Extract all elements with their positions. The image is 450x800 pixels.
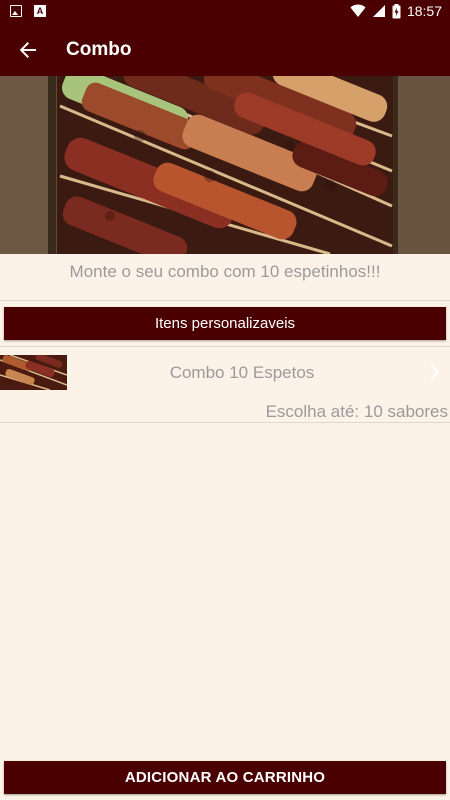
back-button[interactable]: [0, 24, 56, 76]
battery-icon: [392, 3, 401, 18]
custom-items-button[interactable]: Itens personalizaveis: [4, 307, 446, 340]
signal-icon: [372, 5, 385, 17]
product-choose-text: Escolha até: 10 sabores: [265, 402, 448, 421]
combo-subtitle: Monte o seu combo com 10 espetinhos!!!: [69, 262, 381, 281]
product-thumbnail: [0, 355, 67, 390]
add-to-cart-button[interactable]: ADICIONAR AO CARRINHO: [4, 761, 446, 794]
image-icon: [10, 5, 22, 17]
chevron-right-icon[interactable]: [430, 364, 440, 380]
skewers-thumbnail: [0, 355, 67, 390]
hero-image: [0, 76, 450, 254]
product-name: Combo 10 Espetos: [169, 363, 315, 382]
divider: [0, 346, 450, 347]
skewers-photo: [0, 76, 450, 254]
status-time: 18:57: [406, 3, 442, 19]
page-title: Combo: [66, 39, 132, 60]
wifi-icon: [350, 4, 366, 17]
divider: [0, 422, 450, 423]
combo-product-row[interactable]: Combo 10 Espetos Escolha até: 10 sabores: [0, 352, 450, 422]
divider: [0, 300, 450, 301]
a-icon: A: [34, 5, 46, 17]
status-bar: A 18:57: [0, 0, 450, 24]
app-bar: Combo: [0, 24, 450, 76]
arrow-left-icon: [19, 42, 36, 58]
